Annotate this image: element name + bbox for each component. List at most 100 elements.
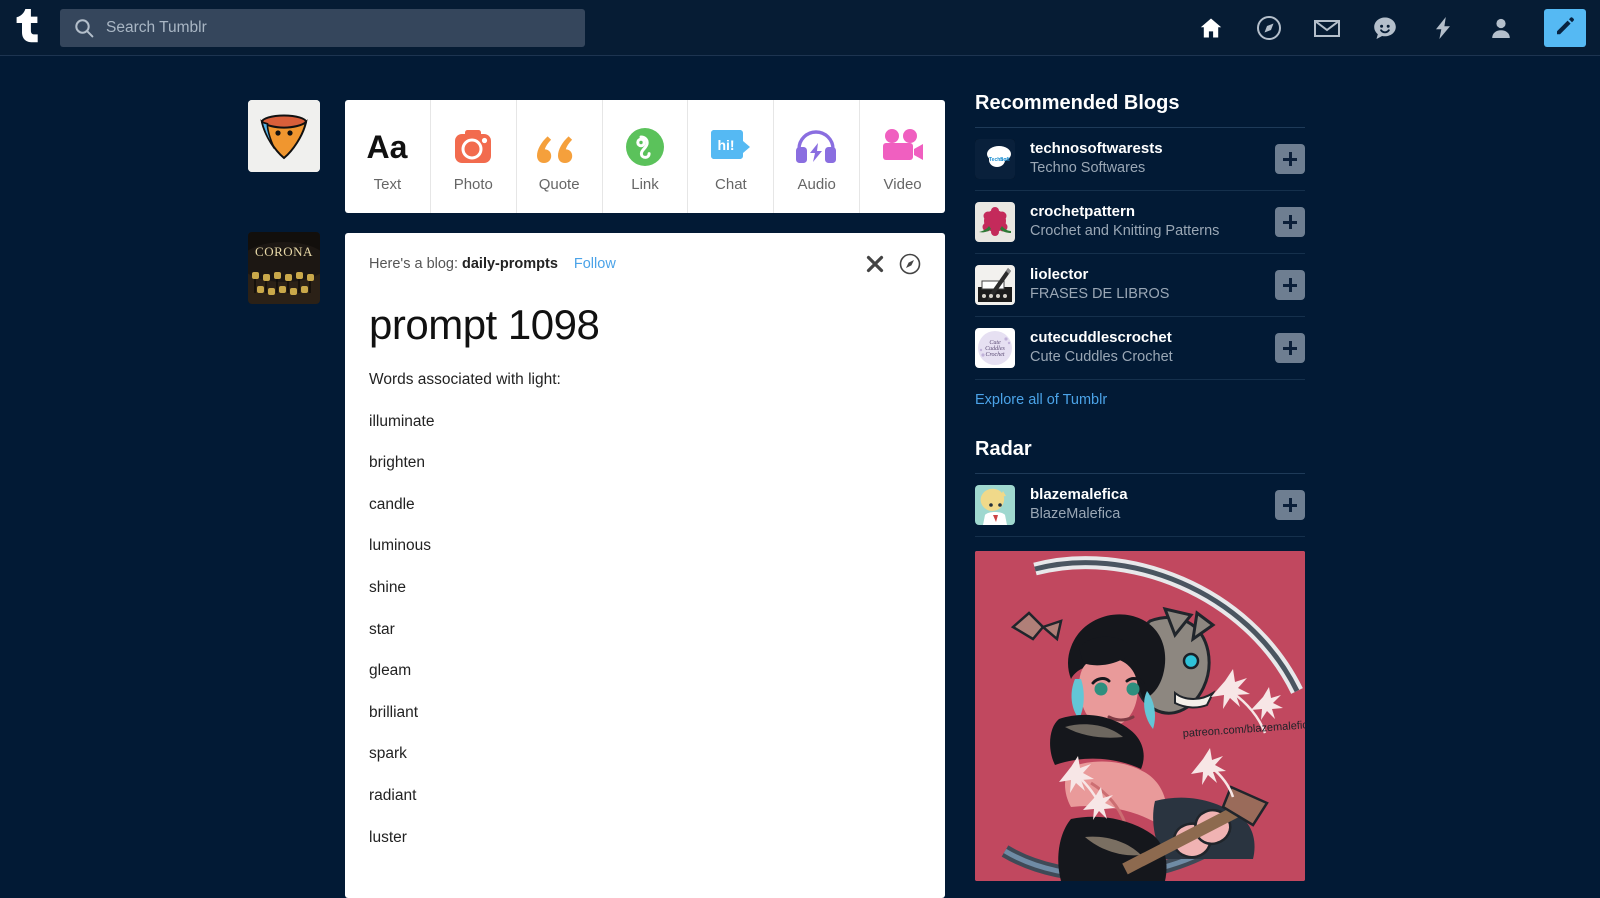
post-type-label: Text bbox=[373, 176, 402, 193]
post-body-line: brighten bbox=[369, 454, 426, 472]
svg-text:CORONA: CORONA bbox=[255, 244, 313, 259]
post-type-quote[interactable]: Quote bbox=[517, 100, 603, 213]
post-type-label: Video bbox=[883, 176, 922, 193]
blog-meta: blazemalefica BlazeMalefica bbox=[1030, 485, 1275, 525]
blog-avatar: Techno Soft bbox=[975, 139, 1015, 179]
post-card: Here's a blog: daily-prompts Follow prom… bbox=[345, 233, 945, 898]
headphones-icon bbox=[794, 126, 840, 168]
svg-text:Soft: Soft bbox=[1000, 157, 1010, 163]
blog-avatar: Cute Cuddles Crochet bbox=[975, 328, 1015, 368]
follow-plus-button[interactable] bbox=[1275, 144, 1305, 174]
blog-meta: technosoftwarests Techno Softwares bbox=[1030, 139, 1275, 179]
blog-description: Cute Cuddles Crochet bbox=[1030, 349, 1173, 366]
close-x-icon[interactable] bbox=[865, 254, 885, 274]
blog-name: cutecuddlescrochet bbox=[1030, 329, 1172, 347]
follow-plus-button[interactable] bbox=[1275, 333, 1305, 363]
avatar-rail: CORONA bbox=[248, 100, 320, 304]
main-column: Aa Text Photo Quote Link hi! Chat Audio … bbox=[345, 100, 945, 898]
tumblr-logo-icon[interactable] bbox=[0, 0, 56, 56]
messaging-icon[interactable] bbox=[1356, 0, 1414, 56]
blog-avatar bbox=[975, 485, 1015, 525]
recommended-blogs-title: Recommended Blogs bbox=[975, 92, 1305, 128]
blog-meta: crochetpattern Crochet and Knitting Patt… bbox=[1030, 202, 1275, 242]
post-blog-name[interactable]: daily-prompts bbox=[462, 256, 558, 272]
search-input[interactable] bbox=[106, 18, 571, 37]
recommended-blog-row[interactable]: Cute Cuddles Crochet cutecuddlescrochet … bbox=[975, 317, 1305, 380]
post-body: Words associated with light: illuminate … bbox=[369, 371, 921, 847]
post-title: prompt 1098 bbox=[369, 301, 600, 348]
top-navigation-bar bbox=[0, 0, 1600, 56]
blog-description: BlazeMalefica bbox=[1030, 506, 1121, 523]
explore-all-link[interactable]: Explore all of Tumblr bbox=[975, 392, 1305, 408]
blog-description: Techno Softwares bbox=[1030, 160, 1146, 177]
blog-avatar bbox=[975, 265, 1015, 305]
blog-description: FRASES DE LIBROS bbox=[1030, 286, 1170, 303]
blog-name: crochetpattern bbox=[1030, 203, 1136, 221]
post-body-line: spark bbox=[369, 745, 407, 763]
post-body-line: Words associated with light: bbox=[369, 371, 561, 388]
post-body-line: shine bbox=[369, 578, 407, 596]
link-chain-icon bbox=[624, 126, 666, 168]
post-type-label: Audio bbox=[797, 176, 836, 193]
right-sidebar: Recommended Blogs Techno Soft technosoft… bbox=[975, 92, 1305, 881]
blog-name: technosoftwarests bbox=[1030, 140, 1163, 158]
recommended-blog-row[interactable]: liolector FRASES DE LIBROS bbox=[975, 254, 1305, 317]
mail-icon[interactable] bbox=[1298, 0, 1356, 56]
post-body-line: star bbox=[369, 620, 395, 638]
user-avatar[interactable] bbox=[248, 100, 320, 172]
post-type-text[interactable]: Aa Text bbox=[345, 100, 431, 213]
post-type-link[interactable]: Link bbox=[603, 100, 689, 213]
post-body-line: luminous bbox=[369, 537, 432, 555]
recommended-blog-row[interactable]: Techno Soft technosoftwarests Techno Sof… bbox=[975, 128, 1305, 191]
post-type-audio[interactable]: Audio bbox=[774, 100, 861, 213]
text-aa-icon: Aa bbox=[361, 126, 413, 168]
post-header-lead: Here's a blog: bbox=[369, 256, 459, 272]
svg-text:Crochet: Crochet bbox=[985, 352, 1004, 358]
activity-icon[interactable] bbox=[1414, 0, 1472, 56]
blog-name: blazemalefica bbox=[1030, 486, 1128, 504]
post-body-line: luster bbox=[369, 828, 407, 846]
post-body-line: radiant bbox=[369, 786, 417, 804]
follow-link[interactable]: Follow bbox=[574, 256, 616, 272]
compass-icon[interactable] bbox=[1240, 0, 1298, 56]
post-type-chat[interactable]: hi! Chat bbox=[688, 100, 775, 213]
recommended-blog-row[interactable]: crochetpattern Crochet and Knitting Patt… bbox=[975, 191, 1305, 254]
post-type-label: Photo bbox=[453, 176, 493, 193]
post-body-line: gleam bbox=[369, 662, 412, 680]
blog-description: Crochet and Knitting Patterns bbox=[1030, 223, 1220, 240]
follow-plus-button[interactable] bbox=[1275, 490, 1305, 520]
pencil-icon bbox=[1554, 15, 1576, 42]
post-body-line: candle bbox=[369, 495, 415, 513]
post-body-line: illuminate bbox=[369, 412, 435, 430]
compose-post-button[interactable] bbox=[1544, 9, 1586, 47]
svg-text:hi!: hi! bbox=[717, 137, 734, 153]
compass-circle-icon[interactable] bbox=[899, 253, 921, 275]
blog-name: liolector bbox=[1030, 266, 1089, 284]
follow-plus-button[interactable] bbox=[1275, 207, 1305, 237]
blog-meta: cutecuddlescrochet Cute Cuddles Crochet bbox=[1030, 328, 1275, 368]
post-header: Here's a blog: daily-prompts Follow bbox=[369, 253, 921, 275]
search-icon bbox=[74, 18, 94, 38]
home-icon[interactable] bbox=[1182, 0, 1240, 56]
chat-bubble-icon: hi! bbox=[708, 126, 754, 168]
daily-prompts-avatar[interactable]: CORONA bbox=[248, 232, 320, 304]
svg-text:Aa: Aa bbox=[367, 130, 408, 164]
radar-title: Radar bbox=[975, 438, 1305, 474]
post-type-label: Quote bbox=[538, 176, 580, 193]
post-type-photo[interactable]: Photo bbox=[431, 100, 517, 213]
camcorder-icon bbox=[880, 126, 926, 168]
quote-marks-icon bbox=[536, 126, 582, 168]
blog-meta: liolector FRASES DE LIBROS bbox=[1030, 265, 1275, 305]
dashboard-body: CORONA Aa Text Photo Quote Link hi! Chat… bbox=[0, 56, 1600, 898]
follow-plus-button[interactable] bbox=[1275, 270, 1305, 300]
camera-icon bbox=[452, 126, 494, 168]
nav-icon-group bbox=[1182, 0, 1586, 56]
post-type-video[interactable]: Video bbox=[860, 100, 945, 213]
blog-avatar bbox=[975, 202, 1015, 242]
radar-blog-row[interactable]: blazemalefica BlazeMalefica bbox=[975, 474, 1305, 537]
post-type-bar: Aa Text Photo Quote Link hi! Chat Audio … bbox=[345, 100, 945, 213]
search-bar[interactable] bbox=[60, 8, 585, 47]
post-type-label: Chat bbox=[715, 176, 747, 193]
account-icon[interactable] bbox=[1472, 0, 1530, 56]
post-body-line: brilliant bbox=[369, 703, 419, 721]
